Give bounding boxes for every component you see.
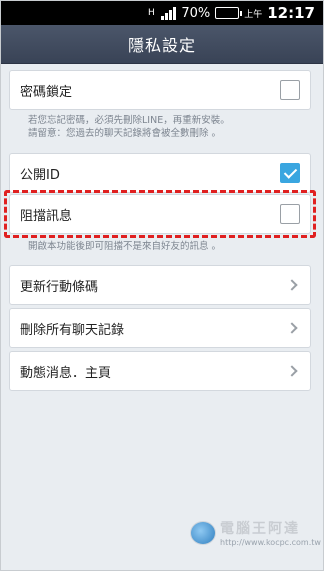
delete-chats-row[interactable]: 刪除所有聊天記錄 — [9, 308, 311, 348]
timeline-home-label: 動態消息．主頁 — [20, 365, 112, 381]
delete-chats-label: 刪除所有聊天記錄 — [20, 322, 125, 338]
chevron-right-icon — [286, 365, 298, 377]
watermark-name: 電腦王阿達 — [220, 521, 300, 537]
passcode-note: 若您忘記密碼，必須先刪除LINE，再重新安裝。 請留意：您過去的聊天記錄將會被全… — [28, 114, 230, 140]
passcode-note-line-2: 請留意：您過去的聊天記錄將會被全數刪除 。 — [28, 128, 222, 139]
page-title: 隱私設定 — [127, 36, 196, 55]
public-id-row[interactable]: 公開ID — [9, 153, 311, 193]
signal-strength-icon — [161, 6, 177, 20]
watermark-logo-icon — [190, 520, 216, 545]
block-note: 開啟本功能後即可阻擋不是來自好友的訊息 。 — [28, 241, 222, 252]
watermark-url: http://www.kocpc.com.tw — [220, 538, 321, 547]
public-id-checkbox[interactable] — [280, 163, 300, 183]
passcode-note-line-1: 若您忘記密碼，必須先刪除LINE，再重新安裝。 — [28, 115, 230, 126]
update-qr-label: 更新行動條碼 — [20, 279, 99, 295]
chevron-right-icon — [286, 279, 298, 291]
battery-icon — [215, 7, 243, 19]
timeline-home-row[interactable]: 動態消息．主頁 — [9, 351, 311, 391]
network-type-indicator: H — [147, 8, 155, 18]
passcode-lock-checkbox[interactable] — [280, 80, 300, 100]
public-id-label: 公開ID — [20, 167, 60, 183]
ampm-label: 上午 — [244, 9, 263, 20]
battery-percent: 70% — [181, 5, 211, 21]
update-qr-row[interactable]: 更新行動條碼 — [9, 265, 311, 305]
passcode-lock-row[interactable]: 密碼鎖定 — [9, 70, 311, 110]
watermark: 電腦王阿達 http://www.kocpc.com.tw — [190, 518, 321, 547]
chevron-right-icon — [286, 322, 298, 334]
highlight-box — [4, 190, 316, 238]
clock: 12:17 — [267, 4, 315, 22]
status-bar: H 70% 上午 12:17 — [1, 1, 323, 25]
title-bar: 隱私設定 — [1, 25, 323, 64]
passcode-lock-label: 密碼鎖定 — [20, 84, 73, 100]
